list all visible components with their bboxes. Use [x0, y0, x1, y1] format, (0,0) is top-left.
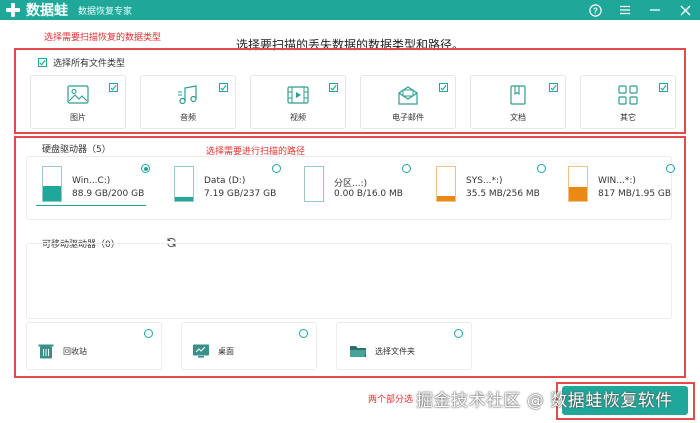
drive-size: 817 MB/1.95 GB [598, 189, 672, 199]
drive-size: 7.19 GB/237 GB [204, 189, 277, 199]
drive-d-radio[interactable] [272, 164, 281, 173]
type-label: 电子邮件 [392, 113, 424, 122]
watermark-text: 掘金技术社区 @ 数据蛙恢复软件 [416, 391, 673, 411]
document-icon [510, 85, 526, 105]
title-bar: 数据蛙 数据恢复专家 ? [0, 0, 700, 20]
location-label: 桌面 [218, 347, 234, 356]
type-card-video[interactable]: 视频 [250, 75, 346, 129]
svg-text:?: ? [593, 6, 598, 15]
location-label: 选择文件夹 [375, 347, 415, 356]
type-card-audio[interactable]: 音频 [140, 75, 236, 129]
drive-icon [174, 166, 194, 202]
drive-size: 88.9 GB/200 GB [72, 189, 145, 199]
drive-c-radio[interactable] [141, 164, 150, 173]
hard-drives-label: 硬盘驱动器（5） [42, 145, 111, 155]
app-name: 数据蛙 [26, 3, 68, 19]
location-radio[interactable] [144, 329, 153, 338]
desktop-icon [193, 344, 209, 358]
drive-d[interactable]: Data (D:) 7.19 GB/237 GB [162, 164, 282, 206]
type-label: 其它 [620, 113, 636, 122]
drive-partition-radio[interactable] [402, 164, 411, 173]
type-card-image[interactable]: 图片 [30, 75, 126, 129]
drive-name: WIN...*:) [598, 176, 636, 186]
annotation-bottom: 两个部分选 [368, 395, 414, 405]
video-icon [287, 86, 309, 104]
type-card-email[interactable]: 电子邮件 [360, 75, 456, 129]
select-all-types[interactable]: 选择所有文件类型 [38, 56, 125, 69]
drive-c[interactable]: Win...C:) 88.9 GB/200 GB [30, 164, 150, 206]
drive-usage-fill [175, 196, 193, 201]
drive-usage-fill [437, 196, 455, 201]
close-icon[interactable] [678, 3, 692, 17]
type-checkbox[interactable] [549, 83, 558, 92]
drive-icon [304, 166, 324, 202]
type-card-other[interactable]: 其它 [580, 75, 676, 129]
location-radio[interactable] [299, 329, 308, 338]
folder-icon [350, 346, 366, 357]
menu-icon[interactable] [618, 3, 632, 17]
window-controls: ? [588, 0, 692, 20]
app-logo: 数据蛙 [6, 0, 68, 20]
drive-sys-radio[interactable] [537, 164, 546, 173]
selected-drive-underline [36, 205, 146, 206]
select-all-checkbox[interactable] [38, 58, 47, 67]
drive-icon [568, 166, 588, 202]
drive-name: Data (D:) [204, 176, 246, 186]
select-all-label: 选择所有文件类型 [53, 59, 126, 69]
drive-icon [436, 166, 456, 202]
drive-partition[interactable]: 分区...:) 0.00 B/16.0 MB [292, 164, 412, 206]
location-select-folder[interactable]: 选择文件夹 [336, 322, 472, 370]
app-subtitle: 数据恢复专家 [78, 6, 133, 17]
help-icon[interactable]: ? [588, 3, 602, 17]
drive-name: SYS...*:) [466, 176, 503, 186]
type-label: 视频 [290, 113, 306, 122]
type-checkbox[interactable] [109, 83, 118, 92]
drive-name: Win...C:) [72, 176, 111, 186]
drive-icon [42, 166, 62, 202]
email-icon [398, 86, 418, 105]
type-card-document[interactable]: 文档 [470, 75, 566, 129]
drive-usage-fill [43, 186, 61, 201]
drive-win[interactable]: WIN...*:) 817 MB/1.95 GB [556, 164, 676, 206]
recycle-bin-icon [38, 344, 54, 359]
location-label: 回收站 [63, 347, 87, 356]
type-checkbox[interactable] [659, 83, 668, 92]
annotation-select-types: 选择需要扫描恢复的数据类型 [44, 33, 162, 43]
type-checkbox[interactable] [219, 83, 228, 92]
location-recycle-bin[interactable]: 回收站 [26, 322, 162, 370]
location-desktop[interactable]: 桌面 [181, 322, 317, 370]
drive-size: 35.5 MB/256 MB [466, 189, 540, 199]
other-icon [618, 85, 638, 105]
type-checkbox[interactable] [329, 83, 338, 92]
drive-win-radio[interactable] [666, 164, 675, 173]
image-icon [67, 85, 89, 104]
type-label: 音频 [180, 113, 196, 122]
type-checkbox[interactable] [439, 83, 448, 92]
drive-size: 0.00 B/16.0 MB [334, 189, 403, 199]
minimize-icon[interactable] [648, 3, 662, 17]
music-icon [178, 85, 197, 105]
location-radio[interactable] [454, 329, 463, 338]
removable-drive-panel [26, 243, 672, 319]
type-label: 文档 [510, 113, 526, 122]
type-label: 图片 [70, 113, 86, 122]
drive-usage-fill [569, 186, 587, 201]
plus-logo-icon [6, 3, 20, 17]
drive-sys[interactable]: SYS...*:) 35.5 MB/256 MB [424, 164, 544, 206]
drive-name: 分区...:) [334, 179, 368, 189]
